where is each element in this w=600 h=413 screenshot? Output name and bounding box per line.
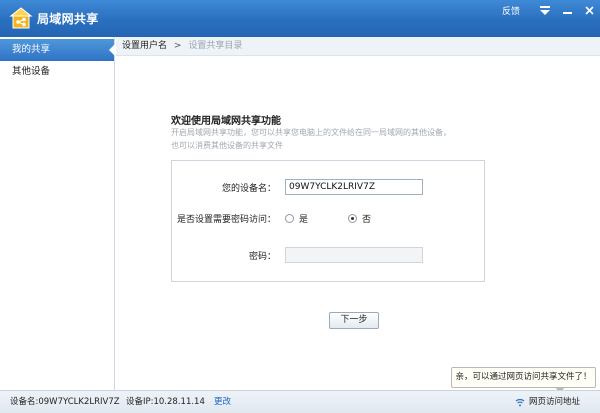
welcome-desc-line-2: 也可以消费其他设备的共享文件: [171, 141, 283, 150]
title-bar: 局域网共享 反馈: [0, 0, 600, 37]
sidebar: 我的共享 其他设备: [0, 37, 115, 390]
menu-button[interactable]: [534, 0, 556, 20]
minimize-icon: [562, 11, 572, 14]
next-button[interactable]: 下一步: [329, 312, 379, 329]
welcome-title: 欢迎使用局域网共享功能: [171, 116, 281, 127]
status-device-name: 设备名:09W7YCLK2LRIV7Z: [10, 397, 120, 407]
main-panel: 欢迎使用局域网共享功能 开启局域网共享功能，您可以共享您电脑上的文件给在同一局域…: [116, 56, 600, 393]
breadcrumb-current: 设置用户名: [122, 41, 168, 51]
minimize-button[interactable]: [556, 0, 578, 20]
device-name-label: 您的设备名：: [221, 184, 276, 194]
web-access-tooltip: 亲，可以通过网页访问共享文件了！: [451, 367, 596, 393]
sidebar-item-other-devices[interactable]: 其他设备: [0, 61, 114, 83]
app-title: 局域网共享: [37, 12, 99, 26]
close-icon: [584, 5, 594, 15]
password-row: 密码：: [172, 247, 484, 263]
breadcrumb: 设置用户名 > 设置共享目录: [116, 37, 600, 56]
feedback-link[interactable]: 反馈: [502, 4, 520, 17]
app-logo-icon: [9, 7, 33, 29]
password-label: 密码：: [248, 252, 276, 262]
radio-no-circle: [348, 214, 357, 223]
status-bar: 设备名:09W7YCLK2LRIV7Z 设备IP:10.28.11.14 更改 …: [0, 390, 600, 413]
radio-yes[interactable]: 是: [285, 212, 308, 225]
radio-yes-circle: [285, 214, 294, 223]
web-access-link[interactable]: 网页访问地址: [515, 391, 580, 413]
radio-no-label: 否: [362, 215, 372, 225]
close-button[interactable]: [578, 0, 600, 20]
menu-icon: [540, 5, 550, 15]
settings-form: 您的设备名： 是否设置需要密码访问： 是 否 密码：: [171, 160, 485, 282]
wifi-icon: [515, 398, 525, 407]
password-required-label: 是否设置需要密码访问：: [176, 215, 276, 225]
radio-yes-label: 是: [299, 215, 309, 225]
welcome-description: 开启局域网共享功能，您可以共享您电脑上的文件给在同一局域网的其他设备， 也可以消…: [171, 126, 491, 152]
welcome-desc-line-1: 开启局域网共享功能，您可以共享您电脑上的文件给在同一局域网的其他设备，: [171, 128, 451, 137]
sidebar-item-my-share[interactable]: 我的共享: [0, 39, 115, 61]
breadcrumb-separator: >: [173, 41, 182, 51]
device-name-input[interactable]: [285, 179, 423, 195]
breadcrumb-next: 设置共享目录: [188, 41, 243, 51]
radio-no[interactable]: 否: [348, 212, 371, 225]
password-required-row: 是否设置需要密码访问： 是 否: [172, 210, 484, 226]
change-link[interactable]: 更改: [214, 391, 231, 413]
web-access-label: 网页访问地址: [528, 397, 580, 407]
status-device-ip: 设备IP:10.28.11.14: [126, 397, 205, 407]
password-input[interactable]: [285, 247, 423, 263]
device-name-row: 您的设备名：: [172, 179, 484, 195]
